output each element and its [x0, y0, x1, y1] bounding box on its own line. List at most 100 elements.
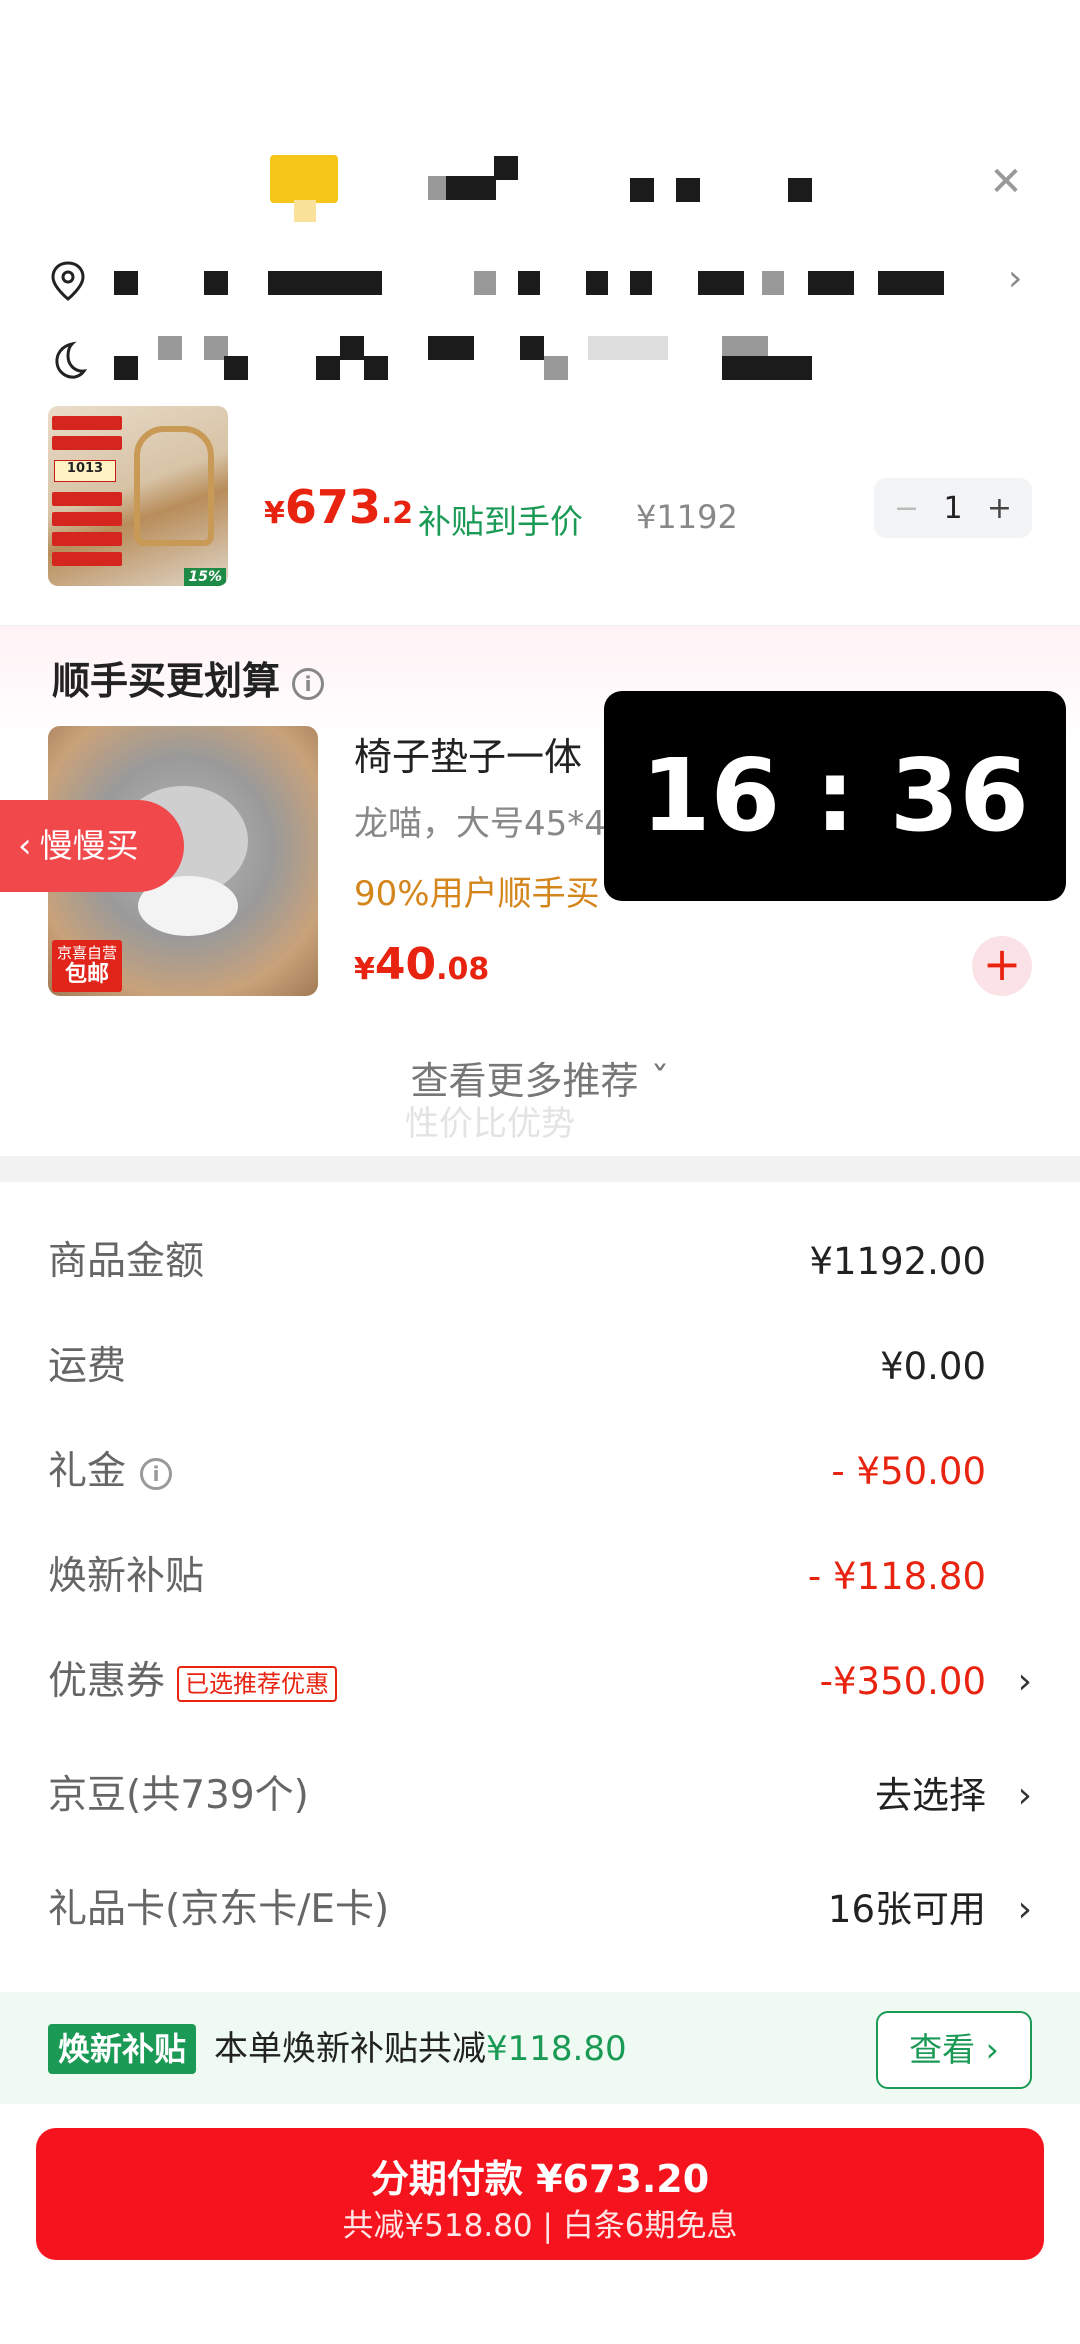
summary-row-gift-card[interactable]: 礼品卡(京东卡/E卡) 16张可用 ›: [48, 1880, 1032, 1940]
redacted-address: [586, 271, 608, 295]
price-decimal: .08: [436, 952, 490, 987]
redacted-delivery: [544, 356, 568, 380]
summary-label: 优惠券 已选推荐优惠: [48, 1652, 338, 1712]
price-integer: 40: [374, 939, 437, 990]
original-price: ¥1192: [636, 498, 738, 536]
redacted-address: [878, 271, 944, 295]
summary-value: - ¥50.00: [831, 1450, 986, 1493]
chevron-right-icon: ›: [1017, 1661, 1032, 1702]
pay-button-subtext: 共减¥518.80 | 白条6期免息: [342, 2208, 738, 2244]
redacted-address: [698, 271, 744, 295]
quantity-stepper: − 1 +: [874, 478, 1032, 538]
decrement-button[interactable]: −: [894, 491, 919, 526]
redacted-title-block: [676, 178, 700, 202]
recommended-product-popularity: 90%用户顺手买: [354, 874, 600, 914]
chevron-left-icon: ‹: [18, 826, 32, 866]
summary-value: ¥0.00: [880, 1345, 986, 1388]
installment-pay-button[interactable]: 分期付款 ¥673.20 共减¥518.80 | 白条6期免息: [36, 2128, 1044, 2260]
image-tag: [52, 532, 122, 546]
summary-label: 礼品卡(京东卡/E卡): [48, 1887, 390, 1932]
add-to-order-button[interactable]: +: [972, 936, 1032, 996]
redacted-title-block: [630, 178, 654, 202]
redacted-delivery: [158, 336, 182, 360]
main-product-image[interactable]: 1013 15%: [48, 406, 228, 586]
summary-value: ¥1192.00: [809, 1240, 986, 1283]
summary-label: 礼金 i: [48, 1442, 173, 1502]
subsidy-amount: ¥118.80: [486, 2029, 627, 2069]
redacted-delivery: [588, 336, 668, 360]
value-advantage-label: 性价比优势: [405, 1104, 575, 1144]
subsidy-price-label: 补贴到手价: [418, 502, 583, 541]
summary-row-jd-beans[interactable]: 京豆(共739个) 去选择 ›: [48, 1766, 1032, 1826]
summary-row-goods-amount: 商品金额 ¥1192.00: [48, 1232, 1032, 1292]
redacted-address: [204, 271, 228, 295]
badge-bottom-text: 包邮: [64, 962, 109, 987]
image-qty-label: 1013: [54, 460, 116, 482]
summary-label: 运费: [48, 1344, 127, 1389]
main-price: ¥673.2: [264, 480, 413, 534]
image-tag: [52, 492, 122, 506]
summary-value: -¥350.00: [819, 1660, 986, 1703]
redacted-address: [808, 271, 854, 295]
renewal-subsidy-text: 本单焕新补贴共减¥118.80: [214, 2024, 627, 2074]
redacted-title-block: [494, 156, 518, 180]
info-icon[interactable]: i: [292, 667, 325, 700]
badge-top-text: 京喜自营: [56, 944, 117, 962]
summary-label-text: 优惠券: [48, 1659, 166, 1704]
image-tag: [52, 512, 122, 526]
info-icon[interactable]: i: [140, 1457, 173, 1490]
renewal-subsidy-bar: 焕新补贴 本单焕新补贴共减¥118.80 查看 ›: [0, 1992, 1080, 2104]
redacted-address: [114, 271, 138, 295]
self-operated-badge: 京喜自营 包邮: [52, 940, 122, 992]
slow-buy-label: 慢慢买: [39, 826, 139, 865]
currency-symbol: ¥: [354, 952, 375, 987]
summary-row-coupon[interactable]: 优惠券 已选推荐优惠 -¥350.00 ›: [48, 1652, 1032, 1712]
recommendation-title-text: 顺手买更划算: [52, 659, 281, 703]
redacted-delivery: [114, 356, 138, 380]
chevron-right-icon: ›: [1017, 1775, 1032, 1816]
store-logo-redacted-part: [294, 200, 316, 222]
redacted-address: [518, 271, 540, 295]
summary-label-text: 礼金: [48, 1449, 127, 1494]
view-subsidy-button[interactable]: 查看 ›: [876, 2011, 1032, 2089]
subsidy-text-label: 本单焕新补贴共减: [214, 2029, 486, 2069]
redacted-title-block: [428, 176, 446, 200]
redacted-delivery: [520, 336, 544, 360]
recommended-product-spec: 龙喵，大号45*4: [354, 804, 606, 844]
price-decimal: .2: [380, 496, 414, 531]
price-integer: 673: [284, 480, 381, 534]
recommended-product-price: ¥40.08: [354, 939, 489, 990]
main-product-row: 1013 15% ¥673.2 补贴到手价 ¥1192 − 1 +: [0, 400, 1080, 625]
currency-symbol: ¥: [264, 496, 285, 531]
image-tag: [52, 436, 122, 450]
close-icon[interactable]: ✕: [984, 160, 1028, 204]
increment-button[interactable]: +: [987, 491, 1012, 526]
summary-row-renewal-subsidy: 焕新补贴 - ¥118.80: [48, 1547, 1032, 1607]
summary-row-gift-cash: 礼金 i - ¥50.00: [48, 1442, 1032, 1502]
image-percent-label: 15%: [184, 568, 226, 586]
chevron-right-icon: ›: [1008, 258, 1023, 299]
redacted-title-block: [446, 176, 496, 200]
chevron-right-icon: ›: [1017, 1889, 1032, 1930]
chair-illustration: [134, 426, 214, 546]
redacted-delivery: [364, 356, 388, 380]
redacted-title-block: [788, 178, 812, 202]
pay-button-label: 分期付款 ¥673.20: [370, 2157, 710, 2201]
address-row[interactable]: ›: [48, 255, 1038, 305]
redacted-address: [630, 271, 652, 295]
image-tag: [52, 552, 122, 566]
redacted-delivery: [224, 356, 248, 380]
renewal-subsidy-badge: 焕新补贴: [48, 2024, 197, 2074]
summary-label: 商品金额: [48, 1239, 205, 1284]
redacted-delivery: [722, 356, 812, 380]
location-pin-icon: [51, 261, 85, 301]
quantity-value[interactable]: 1: [943, 491, 962, 526]
section-gap: [0, 1156, 1080, 1182]
recommended-product-name[interactable]: 椅子垫子一体: [354, 726, 582, 781]
clock-overlay: 16 : 36: [604, 691, 1066, 901]
slow-buy-floating-button[interactable]: ‹ 慢慢买: [0, 800, 184, 892]
summary-label: 京豆(共739个): [48, 1773, 309, 1818]
delivery-time-row[interactable]: [48, 334, 1038, 384]
header: ✕ ›: [0, 0, 1080, 400]
redacted-delivery: [316, 356, 340, 380]
